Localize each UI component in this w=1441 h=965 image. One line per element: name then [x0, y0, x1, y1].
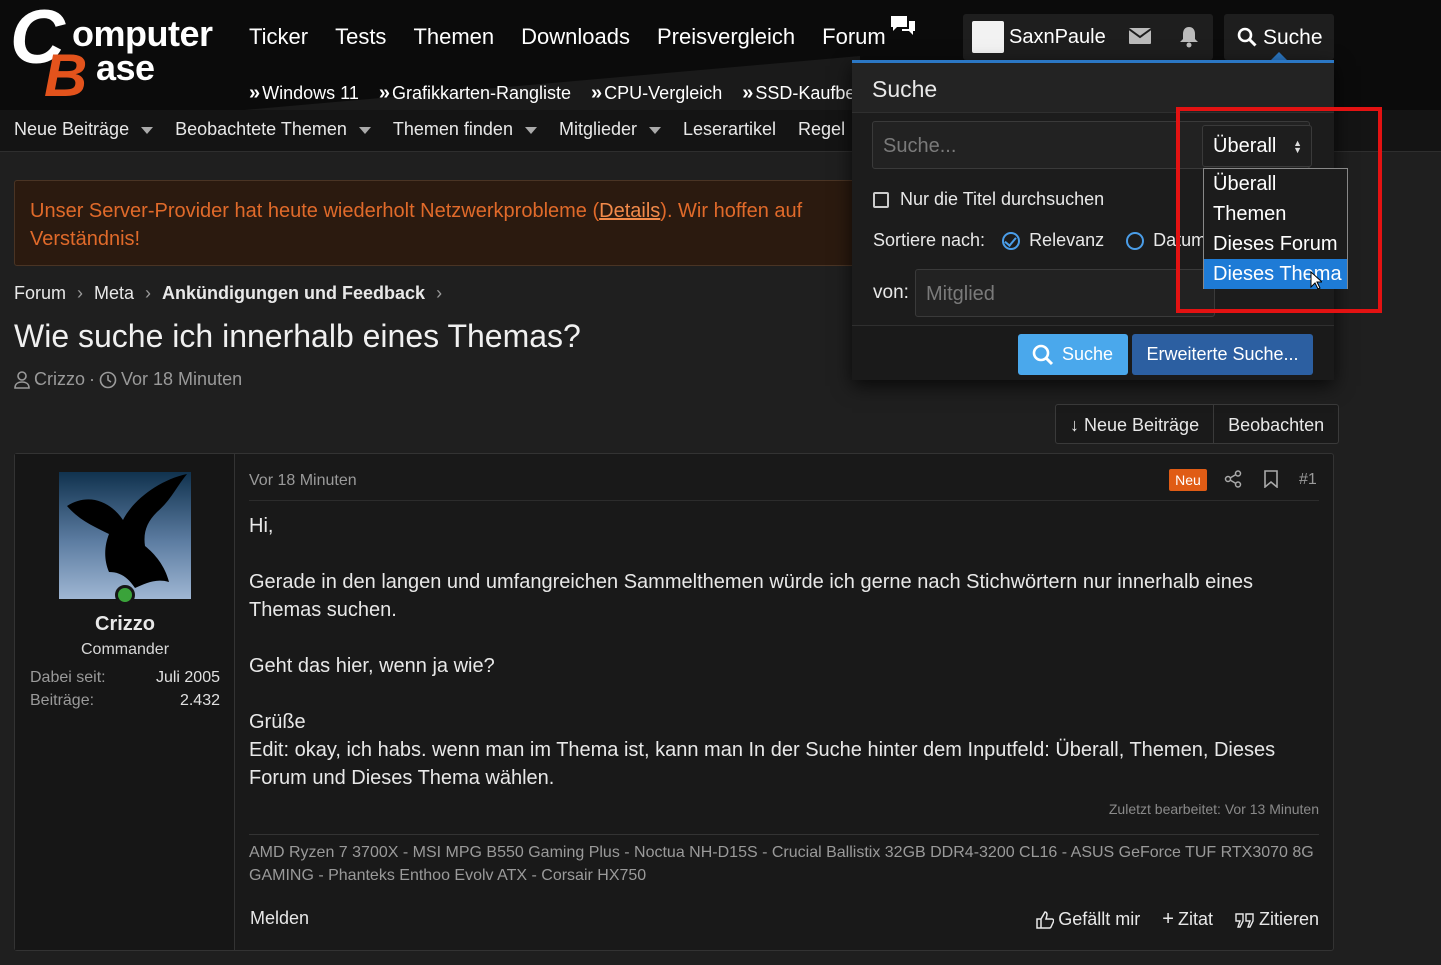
post: Crizzo Commander Dabei seit: Juli 2005 Be… — [14, 453, 1334, 951]
post-body: Hi, Gerade in den langen und umfangreich… — [249, 515, 1276, 789]
chevron-right-icon: › — [436, 283, 443, 303]
nav-forum[interactable]: Forum — [822, 24, 886, 50]
nav-ticker[interactable]: Ticker — [249, 24, 308, 50]
user-box: SaxnPaule — [963, 14, 1213, 60]
nav-new-posts[interactable]: Neue Beiträge — [14, 119, 154, 140]
post-time[interactable]: Vor 18 Minuten — [249, 472, 357, 490]
nav-watched-threads[interactable]: Beobachtete Themen — [175, 119, 371, 140]
thread-meta: Crizzo · Vor 18 Minuten — [14, 369, 242, 390]
sort-relevance-radio[interactable]: Relevanz — [1002, 230, 1104, 251]
chevron-down-icon[interactable] — [358, 126, 371, 134]
breadcrumb-forum[interactable]: Forum — [14, 283, 66, 304]
eagle-image — [67, 474, 187, 588]
advanced-search-button[interactable]: Erweiterte Suche... — [1132, 334, 1313, 375]
member-input[interactable]: Mitglied — [915, 269, 1215, 317]
computerbase-logo[interactable]: C omputer B ase — [10, 0, 225, 106]
post-main: Vor 18 Minuten Neu #1 Hi, Gerade in den … — [249, 454, 1319, 950]
bookmark-icon[interactable] — [1263, 470, 1279, 488]
new-badge: Neu — [1169, 469, 1207, 491]
author-rank: Commander — [80, 641, 170, 658]
post-actions: Gefällt mir + Zitat Zitieren — [1036, 908, 1319, 931]
author-avatar[interactable] — [59, 472, 191, 599]
breadcrumb-meta[interactable]: Meta — [94, 283, 134, 304]
radio-icon — [1126, 231, 1145, 250]
notice-details-link[interactable]: Details — [599, 200, 660, 222]
chevron-down-icon[interactable] — [141, 126, 154, 134]
titles-only-checkbox[interactable]: Nur die Titel durchsuchen — [873, 189, 1104, 210]
nav-reader-articles[interactable]: Leserartikel — [683, 119, 776, 140]
nav-rules[interactable]: Regel — [798, 119, 845, 140]
main-nav: Ticker Tests Themen Downloads Preisvergl… — [249, 24, 886, 50]
sort-options: Sortiere nach: Relevanz Datum — [873, 230, 1207, 251]
quote-marks-icon — [1235, 912, 1254, 928]
quote-button[interactable]: + Zitat — [1162, 908, 1213, 931]
checkbox[interactable] — [873, 191, 889, 208]
nav-downloads[interactable]: Downloads — [521, 24, 630, 50]
nav-find-threads[interactable]: Themen finden — [393, 119, 537, 140]
author-name[interactable]: Crizzo — [15, 613, 235, 636]
like-button[interactable]: Gefällt mir — [1036, 909, 1140, 930]
mail-icon[interactable] — [1129, 28, 1151, 44]
thread-time[interactable]: Vor 18 Minuten — [121, 369, 242, 390]
post-user-panel: Crizzo Commander Dabei seit: Juli 2005 Be… — [15, 454, 235, 950]
username[interactable]: SaxnPaule — [1009, 26, 1106, 49]
breadcrumb: Forum › Meta › Ankündigungen und Feedbac… — [14, 283, 453, 304]
nav-tests[interactable]: Tests — [335, 24, 386, 50]
highlight-box — [1176, 107, 1382, 313]
report-link[interactable]: Melden — [250, 908, 309, 929]
nav-themen[interactable]: Themen — [413, 24, 494, 50]
member-label: von: — [873, 282, 909, 303]
chat-bubbles-icon[interactable] — [888, 14, 918, 40]
chevron-right-icon: › — [77, 283, 84, 303]
plus-icon: + — [1162, 908, 1174, 930]
radio-checked-icon — [1002, 231, 1021, 250]
reply-button[interactable]: Zitieren — [1235, 909, 1319, 930]
thread-button-group: ↓ Neue Beiträge Beobachten — [1055, 404, 1340, 444]
divider — [249, 834, 1319, 835]
search-icon — [1032, 344, 1054, 366]
quicklink-ssd[interactable]: » SSD-Kaufbe — [742, 82, 855, 105]
search-popup-header: Suche — [852, 63, 1334, 113]
quicklink-gpu-ranking[interactable]: » Grafikkarten-Rangliste — [379, 82, 571, 105]
divider — [249, 500, 1319, 501]
chevron-down-icon[interactable] — [648, 126, 661, 134]
user-icon — [14, 370, 30, 389]
online-indicator-icon — [115, 585, 135, 605]
thread-author[interactable]: Crizzo — [34, 369, 85, 390]
search-toggle-button[interactable]: Suche — [1224, 14, 1334, 61]
last-edited: Zuletzt bearbeitet: Vor 13 Minuten — [1108, 801, 1319, 817]
chevron-down-icon[interactable] — [524, 126, 537, 134]
nav-members[interactable]: Mitglieder — [559, 119, 661, 140]
quick-links: » Windows 11 » Grafikkarten-Rangliste » CPU… — [249, 82, 855, 105]
post-number[interactable]: #1 — [1299, 471, 1317, 489]
quicklink-cpu-compare[interactable]: » CPU-Vergleich — [591, 82, 722, 105]
breadcrumb-announcements[interactable]: Ankündigungen und Feedback — [162, 283, 425, 304]
author-joined: Dabei seit: Juli 2005 — [30, 669, 220, 686]
author-posts: Beiträge: 2.432 — [30, 692, 220, 709]
signature: AMD Ryzen 7 3700X - MSI MPG B550 Gaming … — [249, 844, 1314, 884]
quicklink-windows11[interactable]: » Windows 11 — [249, 82, 359, 105]
user-avatar[interactable] — [972, 21, 1004, 53]
search-icon — [1237, 27, 1257, 47]
nav-preisvergleich[interactable]: Preisvergleich — [657, 24, 795, 50]
new-posts-button[interactable]: ↓ Neue Beiträge — [1056, 405, 1213, 443]
chevron-right-icon: › — [145, 283, 152, 303]
thread-title: Wie suche ich innerhalb eines Themas? — [14, 318, 581, 354]
bell-icon[interactable] — [1179, 26, 1199, 48]
clock-icon — [99, 371, 117, 388]
search-submit-button[interactable]: Suche — [1018, 334, 1128, 375]
share-icon[interactable] — [1224, 470, 1242, 488]
thumbs-up-icon — [1036, 910, 1055, 929]
watch-button[interactable]: Beobachten — [1213, 405, 1338, 443]
